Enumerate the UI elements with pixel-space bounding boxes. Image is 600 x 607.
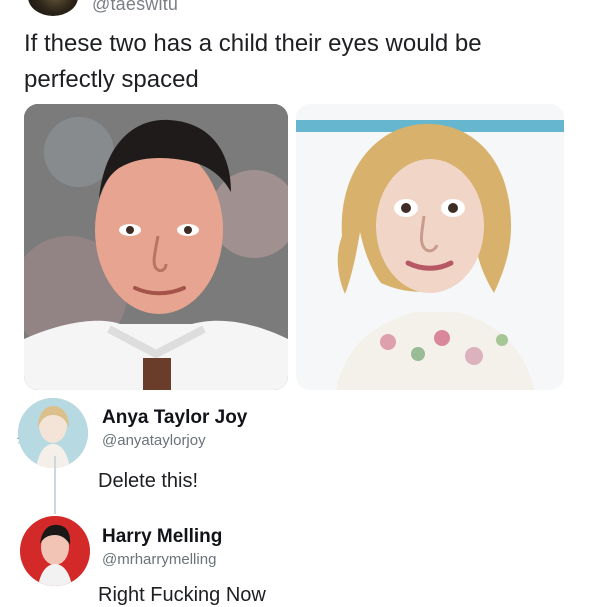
- top-avatar[interactable]: [28, 0, 78, 16]
- photo-left[interactable]: [24, 104, 288, 390]
- harry-avatar-image: [20, 516, 90, 586]
- reply-handle-anya[interactable]: @anyataylorjoy: [102, 432, 206, 449]
- reply-name-harry[interactable]: Harry Melling: [102, 526, 222, 548]
- reply-avatar-harry[interactable]: [20, 516, 90, 586]
- reply-text-harry: Right Fucking Now: [98, 584, 266, 606]
- top-handle[interactable]: @taeswitu: [92, 0, 178, 15]
- reply-handle-harry[interactable]: @mrharrymelling: [102, 551, 216, 568]
- photo-right[interactable]: [296, 104, 564, 390]
- reply-text-anya: Delete this!: [98, 470, 199, 492]
- woman-photo: [296, 104, 564, 390]
- man-photo: [24, 104, 288, 390]
- anya-avatar-image: [18, 398, 88, 468]
- thread-line: [54, 456, 56, 514]
- reply-name-anya[interactable]: Anya Taylor Joy: [102, 407, 247, 429]
- reply-avatar-anya[interactable]: [18, 398, 88, 468]
- tweet-text: If these two has a child their eyes woul…: [24, 30, 482, 93]
